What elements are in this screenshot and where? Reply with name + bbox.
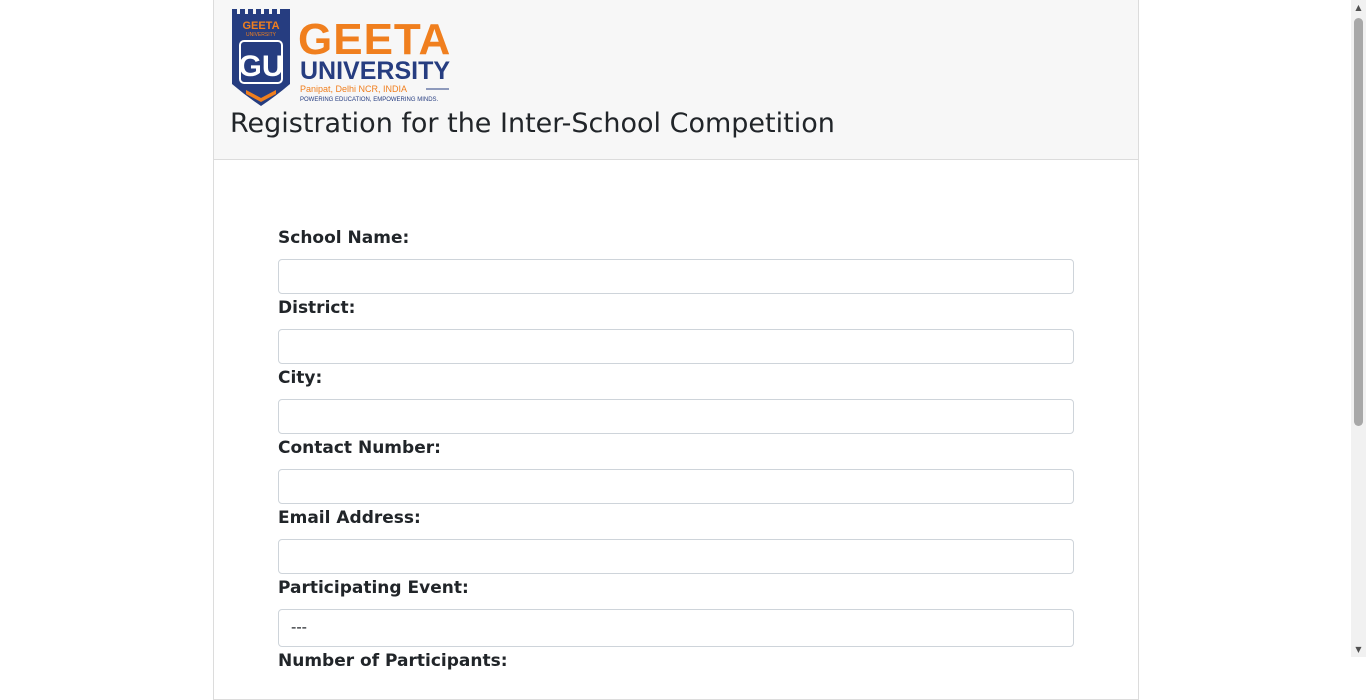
- logo-tagline: POWERING EDUCATION, EMPOWERING MINDS.: [300, 97, 439, 103]
- district-label: District:: [278, 298, 356, 318]
- scroll-thumb[interactable]: [1354, 18, 1363, 426]
- logo-line2: UNIVERSITY: [300, 57, 450, 85]
- participating-event-label: Participating Event:: [278, 578, 469, 598]
- participating-event-select[interactable]: ---: [278, 609, 1074, 647]
- school-name-input[interactable]: [278, 259, 1074, 294]
- page-scrollbar[interactable]: ▲ ▼: [1351, 0, 1366, 657]
- participating-event-value: ---: [291, 619, 307, 636]
- registration-card: GEETA UNIVERSITY GU GEETA UNIVERSITY Pan…: [213, 0, 1139, 700]
- shield-sub-text: UNIVERSITY: [246, 32, 277, 38]
- email-address-label: Email Address:: [278, 508, 421, 528]
- city-label: City:: [278, 368, 323, 388]
- scroll-up-arrow-icon[interactable]: ▲: [1351, 0, 1366, 15]
- contact-number-input[interactable]: [278, 469, 1074, 504]
- shield-top-text: GEETA: [242, 20, 279, 32]
- number-of-participants-label: Number of Participants:: [278, 651, 508, 671]
- card-header: GEETA UNIVERSITY GU GEETA UNIVERSITY Pan…: [214, 0, 1138, 160]
- logo-location: Panipat, Delhi NCR, INDIA: [300, 84, 407, 94]
- city-input[interactable]: [278, 399, 1074, 434]
- contact-number-label: Contact Number:: [278, 438, 441, 458]
- geeta-university-logo: GEETA UNIVERSITY GU GEETA UNIVERSITY Pan…: [232, 9, 450, 106]
- school-name-label: School Name:: [278, 228, 410, 248]
- shield-mark-text: GU: [239, 50, 284, 83]
- district-input[interactable]: [278, 329, 1074, 364]
- email-address-input[interactable]: [278, 539, 1074, 574]
- registration-form: School Name: District: City: Contact Num…: [278, 226, 1074, 671]
- scroll-down-arrow-icon[interactable]: ▼: [1351, 642, 1366, 657]
- page-title: Registration for the Inter-School Compet…: [230, 108, 835, 139]
